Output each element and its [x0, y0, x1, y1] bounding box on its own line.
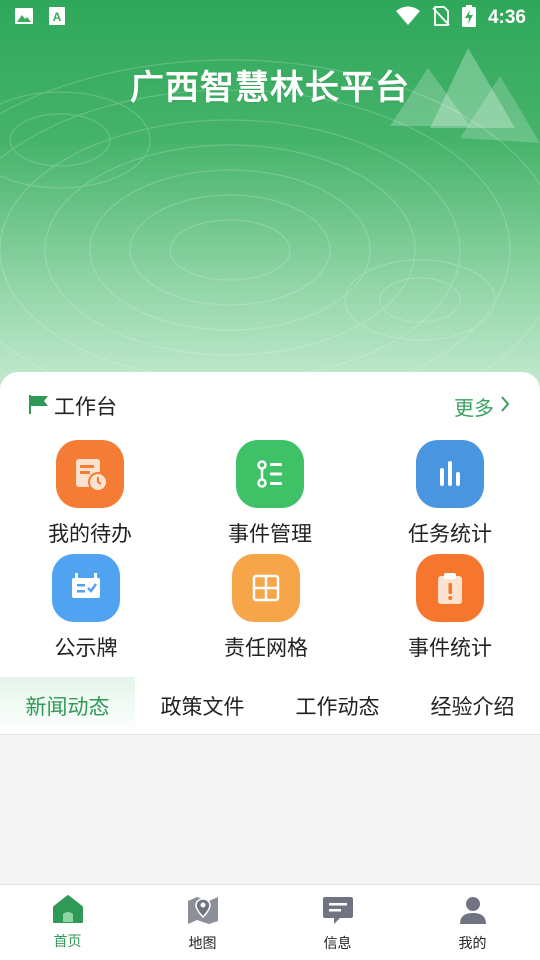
- bottom-navigation: 首页 地图 信息 我的: [0, 884, 540, 960]
- image-notification-icon: [14, 6, 34, 30]
- event-list-icon: [236, 440, 304, 508]
- workbench-item-event-stats[interactable]: 事件统计: [370, 554, 530, 662]
- nav-label: 地图: [188, 936, 217, 952]
- workbench-item-notice-board[interactable]: 公示牌: [6, 554, 166, 662]
- tab-experience[interactable]: 经验介绍: [405, 677, 540, 734]
- nav-label: 信息: [323, 936, 352, 952]
- nav-profile[interactable]: 我的: [405, 885, 540, 960]
- workbench-item-label: 事件统计: [408, 636, 492, 660]
- home-icon: [52, 895, 83, 927]
- todo-clock-icon: [56, 440, 124, 508]
- app-title: 广西智慧林长平台: [130, 68, 410, 108]
- workbench-item-label: 公示牌: [54, 636, 118, 660]
- workbench-item-responsibility-grid[interactable]: 责任网格: [186, 554, 346, 662]
- workbench-item-label: 事件管理: [228, 522, 312, 546]
- more-label: 更多: [454, 395, 494, 420]
- wifi-icon: [395, 6, 420, 30]
- status-bar: A 4:36: [0, 0, 540, 36]
- clipboard-alert-icon: [416, 554, 484, 622]
- battery-charging-icon: [461, 5, 476, 31]
- workbench-title: 工作台: [54, 395, 117, 419]
- workbench-item-label: 责任网格: [224, 636, 308, 660]
- workbench-item-task-stats[interactable]: 任务统计: [370, 440, 530, 548]
- message-icon: [322, 895, 354, 929]
- grid-icon: [232, 554, 300, 622]
- more-button[interactable]: 更多: [454, 392, 510, 421]
- notice-board-icon: [52, 554, 120, 622]
- tab-content-area: [0, 735, 540, 885]
- person-icon: [458, 895, 488, 929]
- a-notification-icon: A: [48, 6, 66, 30]
- map-pin-icon: [187, 895, 219, 929]
- workbench-item-label: 任务统计: [408, 522, 492, 546]
- nav-map[interactable]: 地图: [135, 885, 270, 960]
- workbench-item-event-management[interactable]: 事件管理: [190, 440, 350, 548]
- flag-icon: [28, 393, 50, 419]
- chevron-right-icon: [500, 394, 510, 418]
- no-sim-icon: [432, 6, 450, 30]
- workbench-item-label: 我的待办: [48, 522, 132, 546]
- nav-messages[interactable]: 信息: [270, 885, 405, 960]
- workbench-card: 工作台 更多 我的待办 事件管理 任务统计 公示牌 责任网格 事件统计: [0, 372, 540, 682]
- tab-news[interactable]: 新闻动态: [0, 677, 135, 734]
- tab-policy[interactable]: 政策文件: [135, 677, 270, 734]
- workbench-header: 工作台 更多: [28, 392, 510, 420]
- workbench-item-todo[interactable]: 我的待办: [10, 440, 170, 548]
- tab-work-updates[interactable]: 工作动态: [270, 677, 405, 734]
- svg-text:A: A: [53, 10, 62, 24]
- bar-chart-icon: [416, 440, 484, 508]
- nav-label: 首页: [53, 934, 82, 950]
- nav-home[interactable]: 首页: [0, 885, 135, 960]
- news-tabs: 新闻动态 政策文件 工作动态 经验介绍: [0, 677, 540, 735]
- status-time: 4:36: [487, 7, 526, 28]
- nav-label: 我的: [458, 936, 487, 952]
